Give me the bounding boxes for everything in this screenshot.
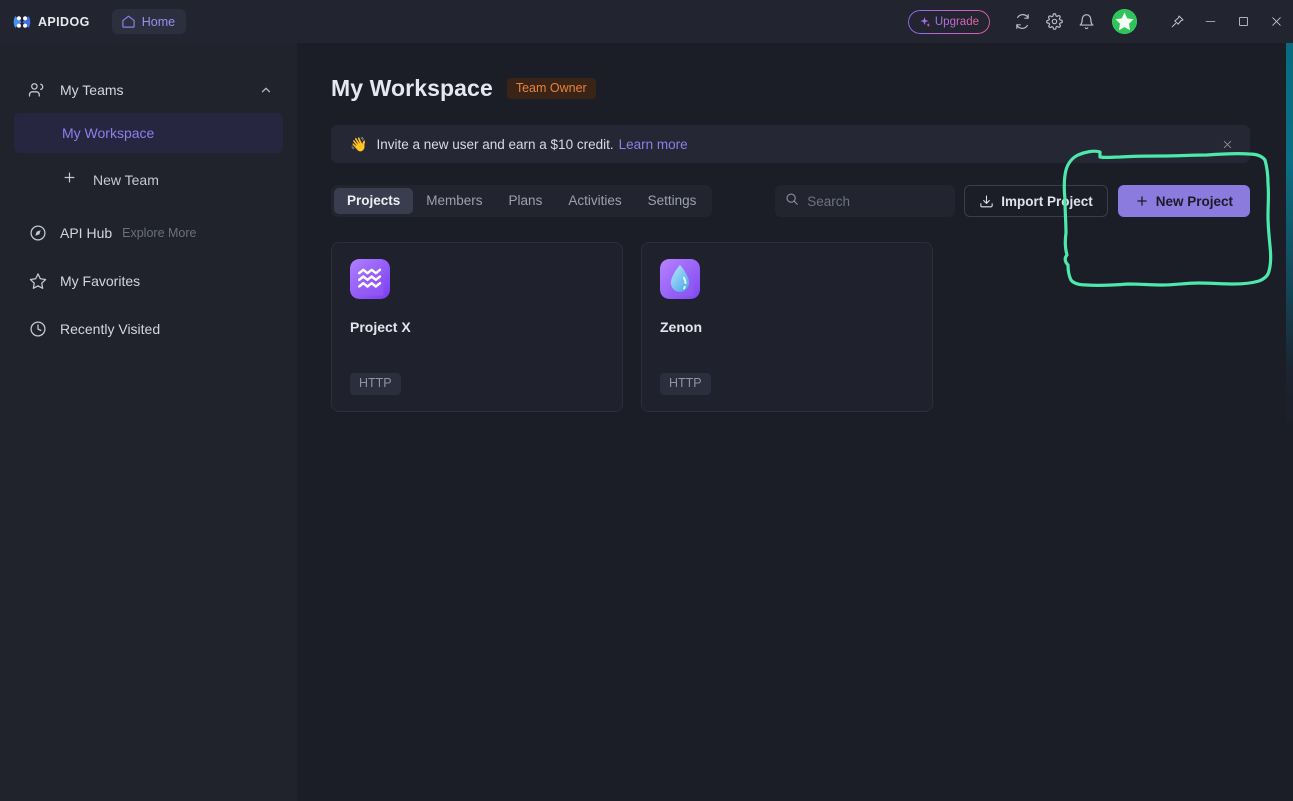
user-avatar[interactable]: [1112, 9, 1137, 34]
titlebar-right-controls: Upgrade: [907, 0, 1293, 43]
sidebar-item-my-favorites[interactable]: My Favorites: [14, 260, 283, 302]
search-box[interactable]: [775, 185, 956, 217]
sidebar-section-label: My Teams: [60, 82, 124, 98]
role-badge: Team Owner: [506, 77, 596, 100]
upgrade-button[interactable]: Upgrade: [907, 9, 990, 34]
tab-plans[interactable]: Plans: [496, 188, 556, 214]
sidebar-item-sublabel: Explore More: [122, 226, 197, 240]
aquarius-waves-icon: [350, 259, 390, 299]
plus-icon: [1136, 196, 1147, 206]
main-content: My Workspace Team Owner 👋 Invite a new u…: [297, 43, 1293, 801]
tab-projects[interactable]: Projects: [334, 188, 414, 214]
title-bar: APIDOG Home Upgrade: [0, 0, 1293, 43]
clock-icon: [28, 320, 48, 338]
apidog-window: APIDOG Home Upgrade My Teams My Workspac…: [0, 0, 1293, 801]
import-project-label: Import Project: [1001, 193, 1093, 209]
sidebar-item-label: API Hub: [60, 225, 113, 241]
search-input[interactable]: [807, 193, 946, 209]
page-header: My Workspace Team Owner: [331, 75, 1293, 102]
brand-name: APIDOG: [38, 14, 90, 29]
sidebar-section-my-teams[interactable]: My Teams: [14, 70, 283, 110]
upgrade-label: Upgrade: [934, 15, 979, 28]
sidebar: My Teams My Workspace New Team API Hub E…: [0, 43, 297, 801]
tab-activities[interactable]: Activities: [555, 188, 634, 214]
workspace-toolbar: Projects Members Plans Activities Settin…: [331, 185, 1250, 217]
sidebar-item-label: My Workspace: [62, 125, 155, 141]
invite-banner-text: Invite a new user and earn a $10 credit.: [376, 136, 614, 152]
sidebar-new-team-label: New Team: [93, 172, 159, 188]
projects-grid: Project X HTTP Zenon HTTP: [331, 242, 1293, 412]
sparkle-icon: [920, 16, 931, 27]
page-title: My Workspace: [331, 75, 493, 101]
star-icon: [28, 272, 48, 290]
close-icon[interactable]: [1218, 135, 1236, 153]
minimize-button[interactable]: [1194, 0, 1227, 43]
project-type-tag: HTTP: [350, 373, 401, 395]
pin-icon[interactable]: [1161, 0, 1194, 43]
import-project-button[interactable]: Import Project: [964, 185, 1108, 217]
sidebar-item-label: My Favorites: [60, 273, 141, 289]
apidog-logo-icon: [13, 15, 31, 28]
compass-icon: [28, 224, 48, 242]
close-button[interactable]: [1260, 0, 1293, 43]
chevron-up-icon[interactable]: [259, 83, 273, 97]
sidebar-new-team-button[interactable]: New Team: [14, 160, 283, 200]
search-icon: [785, 192, 799, 211]
tab-members[interactable]: Members: [413, 188, 495, 214]
new-project-button[interactable]: New Project: [1117, 185, 1250, 217]
import-icon: [980, 194, 993, 207]
workspace-tabs: Projects Members Plans Activities Settin…: [331, 185, 713, 217]
project-card[interactable]: Project X HTTP: [331, 242, 623, 412]
invite-banner: 👋 Invite a new user and earn a $10 credi…: [331, 125, 1250, 163]
sidebar-item-recently-visited[interactable]: Recently Visited: [14, 308, 283, 350]
home-tab[interactable]: Home: [111, 9, 187, 34]
brand: APIDOG: [12, 12, 90, 32]
sync-icon[interactable]: [1008, 8, 1036, 36]
sidebar-item-label: Recently Visited: [60, 321, 161, 337]
project-name: Zenon: [660, 319, 702, 335]
waving-hand-icon: 👋: [350, 135, 368, 152]
sidebar-item-api-hub[interactable]: API Hub Explore More: [14, 212, 283, 254]
project-type-tag: HTTP: [660, 373, 711, 395]
home-tab-label: Home: [141, 14, 176, 29]
project-card[interactable]: Zenon HTTP: [641, 242, 933, 412]
maximize-button[interactable]: [1227, 0, 1260, 43]
plus-icon: [62, 170, 77, 190]
bell-icon[interactable]: [1072, 8, 1100, 36]
gear-icon[interactable]: [1040, 8, 1068, 36]
tab-settings[interactable]: Settings: [635, 188, 710, 214]
home-icon: [122, 15, 135, 28]
project-name: Project X: [350, 319, 411, 335]
new-project-label: New Project: [1155, 193, 1233, 209]
sidebar-item-my-workspace[interactable]: My Workspace: [14, 113, 283, 153]
learn-more-link[interactable]: Learn more: [619, 137, 688, 152]
people-icon: [28, 81, 48, 99]
water-drop-icon: [660, 259, 700, 299]
